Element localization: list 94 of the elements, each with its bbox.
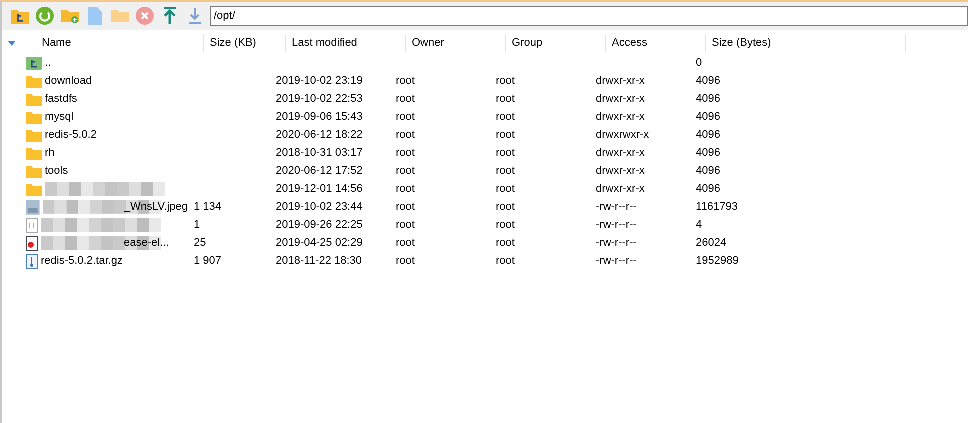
image-file-icon <box>26 200 40 214</box>
group-cell: root <box>496 75 515 87</box>
size-cell: 1 134 <box>194 201 222 213</box>
access-cell: drwxr-xr-x <box>596 93 645 105</box>
modified-cell: 2019-10-02 23:44 <box>276 201 363 213</box>
owner-cell: root <box>396 129 415 141</box>
access-cell: -rw-r--r-- <box>596 237 637 249</box>
size-cell: 25 <box>194 237 206 249</box>
folder-icon <box>26 128 42 142</box>
column-header[interactable]: Name <box>42 37 72 49</box>
delete-button[interactable] <box>135 6 155 26</box>
size-bytes-cell: 4 <box>696 219 702 231</box>
application-file-icon <box>26 236 38 250</box>
access-cell: -rw-r--r-- <box>596 201 637 213</box>
size-bytes-cell: 4096 <box>696 183 720 195</box>
group-cell: root <box>496 111 515 123</box>
owner-cell: root <box>396 75 415 87</box>
modified-cell: 2020-06-12 18:22 <box>276 129 363 141</box>
group-cell: root <box>496 93 515 105</box>
size-bytes-cell: 4096 <box>696 165 720 177</box>
column-header[interactable]: Access <box>612 37 648 49</box>
owner-cell: root <box>396 219 415 231</box>
modified-cell: 2019-04-25 02:29 <box>276 237 363 249</box>
size-bytes-cell: 1952989 <box>696 255 739 267</box>
modified-cell: 2020-06-12 17:52 <box>276 165 363 177</box>
access-cell: drwxr-xr-x <box>596 183 645 195</box>
size-bytes-cell: 4096 <box>696 75 720 87</box>
modified-cell: 2019-10-02 22:53 <box>276 93 363 105</box>
access-cell: drwxrwxr-x <box>596 129 650 141</box>
size-cell: 1 907 <box>194 255 222 267</box>
group-cell: root <box>496 183 515 195</box>
column-header[interactable]: Size (Bytes) <box>712 37 772 49</box>
owner-cell: root <box>396 165 415 177</box>
file-name[interactable]: ease-el... <box>124 237 170 249</box>
folder-icon <box>26 92 42 106</box>
folder-icon <box>26 164 42 178</box>
size-bytes-cell: 4096 <box>696 111 720 123</box>
size-bytes-cell: 26024 <box>696 237 727 249</box>
group-cell: root <box>496 165 515 177</box>
archive-file-icon <box>26 254 38 268</box>
column-header[interactable]: Size (KB) <box>210 37 256 49</box>
group-cell: root <box>496 219 515 231</box>
path-field[interactable]: /opt/ <box>210 6 968 26</box>
column-header[interactable]: Owner <box>412 37 444 49</box>
owner-cell: root <box>396 147 415 159</box>
file-name[interactable]: tools <box>45 165 68 177</box>
modified-cell: 2019-12-01 14:56 <box>276 183 363 195</box>
size-bytes-cell: 4096 <box>696 129 720 141</box>
size-cell: 1 <box>194 219 200 231</box>
size-bytes-cell: 0 <box>696 57 702 69</box>
group-cell: root <box>496 201 515 213</box>
access-cell: drwxr-xr-x <box>596 75 645 87</box>
owner-cell: root <box>396 237 415 249</box>
access-cell: drwxr-xr-x <box>596 147 645 159</box>
file-name[interactable]: redis-5.0.2 <box>45 129 97 141</box>
file-name[interactable]: _WnsLV.jpeg <box>124 201 188 213</box>
refresh-button[interactable] <box>35 6 55 26</box>
folder-icon <box>26 146 42 160</box>
column-header[interactable]: Group <box>512 37 543 49</box>
file-name[interactable]: redis-5.0.2.tar.gz <box>41 255 123 267</box>
size-bytes-cell: 4096 <box>696 147 720 159</box>
modified-cell: 2018-11-22 18:30 <box>276 255 362 267</box>
size-bytes-cell: 1161793 <box>696 201 738 213</box>
owner-cell: root <box>396 111 415 123</box>
owner-cell: root <box>396 93 415 105</box>
folder-icon <box>26 182 42 196</box>
sort-caret-icon <box>8 40 16 46</box>
owner-cell: root <box>396 183 415 195</box>
folder-icon <box>26 74 42 88</box>
access-cell: drwxr-xr-x <box>596 165 645 177</box>
column-header[interactable]: Last modified <box>292 37 358 49</box>
modified-cell: 2018-10-31 03:17 <box>276 147 363 159</box>
file-name[interactable]: mysql <box>45 111 74 123</box>
group-cell: root <box>496 255 515 267</box>
file-name[interactable]: rh <box>45 147 55 159</box>
text-file-icon <box>26 218 38 232</box>
access-cell: -rw-r--r-- <box>596 219 637 231</box>
owner-cell: root <box>396 255 415 267</box>
file-name[interactable]: fastdfs <box>45 93 78 105</box>
access-cell: drwxr-xr-x <box>596 111 645 123</box>
group-cell: root <box>496 129 515 141</box>
modified-cell: 2019-09-06 15:43 <box>276 111 363 123</box>
group-cell: root <box>496 147 515 159</box>
size-bytes-cell: 4096 <box>696 93 720 105</box>
group-cell: root <box>496 237 515 249</box>
folder-icon <box>26 110 42 124</box>
new-file-button[interactable] <box>85 6 105 26</box>
file-name[interactable]: .. <box>45 57 52 69</box>
access-cell: -rw-r--r-- <box>596 255 637 267</box>
file-name[interactable]: download <box>45 75 92 87</box>
modified-cell: 2019-09-26 22:25 <box>276 219 363 231</box>
parent-folder-icon <box>26 56 42 70</box>
modified-cell: 2019-10-02 23:19 <box>276 75 363 87</box>
owner-cell: root <box>396 201 415 213</box>
